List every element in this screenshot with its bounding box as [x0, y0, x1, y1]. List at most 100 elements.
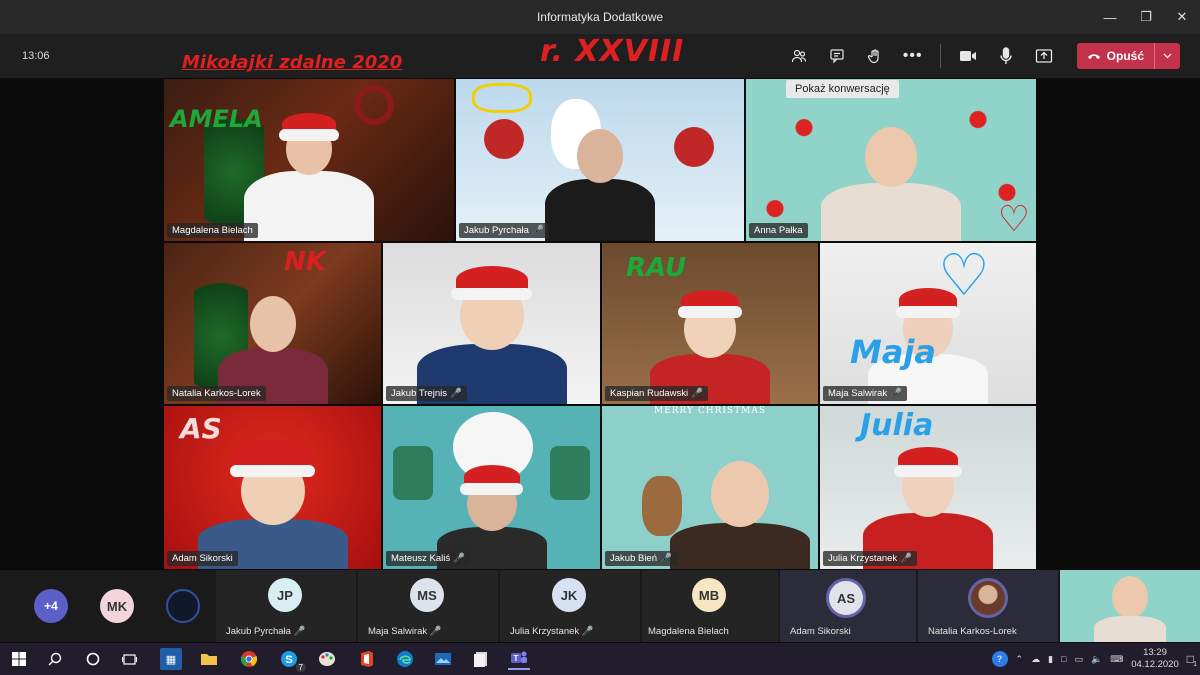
windows-start-icon[interactable]	[8, 648, 30, 670]
svg-text:S: S	[285, 654, 292, 666]
meeting-toolbar: 13:06 Mikołajki zdalne 2020 r. XXVIII ••…	[0, 34, 1200, 78]
video-tile[interactable]: NK Natalia Karkos-Lorek	[163, 242, 382, 405]
participant-name-tag: Magdalena Bielach	[167, 223, 258, 238]
share-icon[interactable]	[1025, 40, 1063, 72]
participant-card[interactable]: JK Julia Krzystanek 🎤	[500, 570, 640, 642]
help-icon[interactable]: ?	[991, 651, 1008, 667]
participant-avatar: JK	[552, 578, 586, 612]
participant-card[interactable]: AS Adam Sikorski	[780, 570, 916, 642]
bullfinch-bird	[484, 119, 524, 159]
participant-card[interactable]: MB Magdalena Bielach	[642, 570, 778, 642]
svg-text:T: T	[514, 654, 519, 663]
participant-label: Jakub Pyrchała 🎤	[226, 626, 306, 637]
task-view-icon[interactable]	[118, 648, 140, 670]
leave-dropdown-icon[interactable]	[1154, 43, 1180, 69]
participant-avatar[interactable]	[166, 589, 200, 623]
raise-hand-icon[interactable]	[856, 40, 894, 72]
self-video-preview[interactable]	[1060, 570, 1200, 642]
stocking	[550, 446, 590, 500]
video-tile[interactable]: Julia Julia Krzystanek 🎤	[819, 405, 1037, 570]
volume-icon[interactable]: 🔈	[1091, 654, 1102, 665]
participant-card[interactable]: MS Maja Salwirak 🎤	[358, 570, 498, 642]
cortana-icon[interactable]	[82, 648, 104, 670]
video-tile[interactable]: ♡ Anna Pałka	[745, 78, 1037, 242]
search-icon[interactable]	[44, 648, 66, 670]
chat-tooltip: Pokaż konwersację	[786, 80, 899, 98]
network-icon[interactable]: □	[1061, 654, 1066, 664]
video-tile[interactable]: Jakub Pyrchała 🎤	[455, 78, 745, 242]
video-tile[interactable]: ♡ Maja Maja Salwirak 🎤	[819, 242, 1037, 405]
participant-name-tag: Jakub Trejnis 🎤	[386, 386, 467, 401]
bullfinch-bird	[674, 127, 714, 167]
mic-icon: 🎤	[429, 626, 442, 637]
banner-text: MERRY CHRISTMAS	[654, 406, 766, 416]
camera-icon[interactable]	[949, 40, 987, 72]
office-icon[interactable]	[356, 648, 378, 670]
participant-name-tag: Kaspian Rudawski 🎤	[605, 386, 708, 401]
photos-app-icon[interactable]	[432, 648, 454, 670]
notification-badge: 1	[1193, 661, 1197, 668]
system-clock[interactable]: 13:29 04.12.2020	[1131, 647, 1179, 671]
mic-icon: 🎤	[691, 388, 703, 399]
restore-icon[interactable]: ❐	[1128, 0, 1164, 34]
participant-avatar: JP	[268, 578, 302, 612]
usb-icon[interactable]: ▮	[1048, 654, 1053, 665]
participant-card[interactable]: Natalia Karkos-Lorek	[918, 570, 1058, 642]
video-tile[interactable]: AMELA Magdalena Bielach	[163, 78, 455, 242]
meeting-timer: 13:06	[22, 50, 50, 62]
participants-icon[interactable]	[780, 40, 818, 72]
participant-card[interactable]: JP Jakub Pyrchała 🎤	[216, 570, 356, 642]
title-bar: Informatyka Dodatkowe — ❐ ✕	[0, 0, 1200, 34]
mic-icon: 🎤	[531, 225, 544, 236]
video-tile[interactable]: AS Adam Sikorski	[163, 405, 382, 570]
participant-label: Julia Krzystanek 🎤	[510, 626, 594, 637]
system-tray: ? ⌃ ☁ ▮ □ ▭ 🔈 ⌨ 13:29 04.12.2020 □ 1	[991, 643, 1200, 675]
participant-avatar: MS	[410, 578, 444, 612]
participant-name-tag: Natalia Karkos-Lorek	[167, 386, 266, 401]
battery-icon[interactable]: ▭	[1074, 654, 1083, 665]
keyboard-icon[interactable]: ⌨	[1110, 654, 1123, 665]
ink-annotation: AS	[180, 412, 222, 445]
minimize-icon[interactable]: —	[1092, 0, 1128, 34]
participant-name-tag: Anna Pałka	[749, 223, 808, 238]
participant-name-tag: Julia Krzystanek 🎤	[823, 551, 918, 566]
paint-icon[interactable]	[316, 648, 338, 670]
video-grid: AMELA Magdalena Bielach Jakub Pyrchała 🎤 …	[0, 78, 1200, 570]
mic-icon[interactable]	[987, 40, 1025, 72]
skype-icon[interactable]: S 7	[278, 648, 306, 672]
video-tile[interactable]: Jakub Trejnis 🎤	[382, 242, 601, 405]
participant-label: Natalia Karkos-Lorek	[928, 626, 1017, 637]
participant-avatar: AS	[826, 578, 866, 618]
video-tile[interactable]: RAU Kaspian Rudawski 🎤	[601, 242, 819, 405]
chrome-icon[interactable]	[238, 648, 260, 670]
mic-icon: 🎤	[293, 626, 306, 637]
windows-taskbar: ▦ S 7 T ? ⌃ ☁ ▮ □ ▭ 🔈 ⌨ 13:29 04.12.2020	[0, 643, 1200, 675]
mic-icon: 🎤	[453, 553, 465, 564]
mic-icon: 🎤	[890, 388, 902, 399]
video-tile[interactable]: Mateusz Kaliś 🎤	[382, 405, 601, 570]
more-icon[interactable]: •••	[894, 40, 932, 72]
class-annotation: r. XXVIII	[540, 34, 685, 69]
video-tile[interactable]: MERRY CHRISTMAS Jakub Bień 🎤	[601, 405, 819, 570]
participant-name-tag: Jakub Bień 🎤	[605, 551, 677, 566]
close-icon[interactable]: ✕	[1164, 0, 1200, 34]
window-title: Informatyka Dodatkowe	[536, 10, 664, 24]
participant-name-tag: Maja Salwirak 🎤	[823, 386, 907, 401]
ink-annotation: RAU	[626, 253, 687, 283]
chevron-up-icon[interactable]: ⌃	[1016, 654, 1024, 665]
teams-icon[interactable]: T	[508, 648, 530, 670]
calculator-icon[interactable]: ▦	[160, 648, 182, 670]
wreath	[354, 85, 394, 125]
leave-button[interactable]: Opuść	[1076, 43, 1180, 69]
overflow-participants[interactable]: +4	[34, 589, 68, 623]
file-explorer-icon[interactable]	[198, 648, 220, 670]
participant-avatar[interactable]: MK	[100, 589, 134, 623]
ink-annotation: NK	[284, 247, 326, 277]
onedrive-icon[interactable]: ☁	[1031, 654, 1040, 665]
edge-icon[interactable]	[394, 648, 416, 670]
chat-icon[interactable]	[818, 40, 856, 72]
participant-silhouette	[821, 127, 961, 241]
documents-icon[interactable]	[470, 648, 492, 670]
notifications-icon[interactable]: □ 1	[1187, 652, 1197, 668]
banner-annotation: Mikołajki zdalne 2020	[182, 52, 403, 73]
